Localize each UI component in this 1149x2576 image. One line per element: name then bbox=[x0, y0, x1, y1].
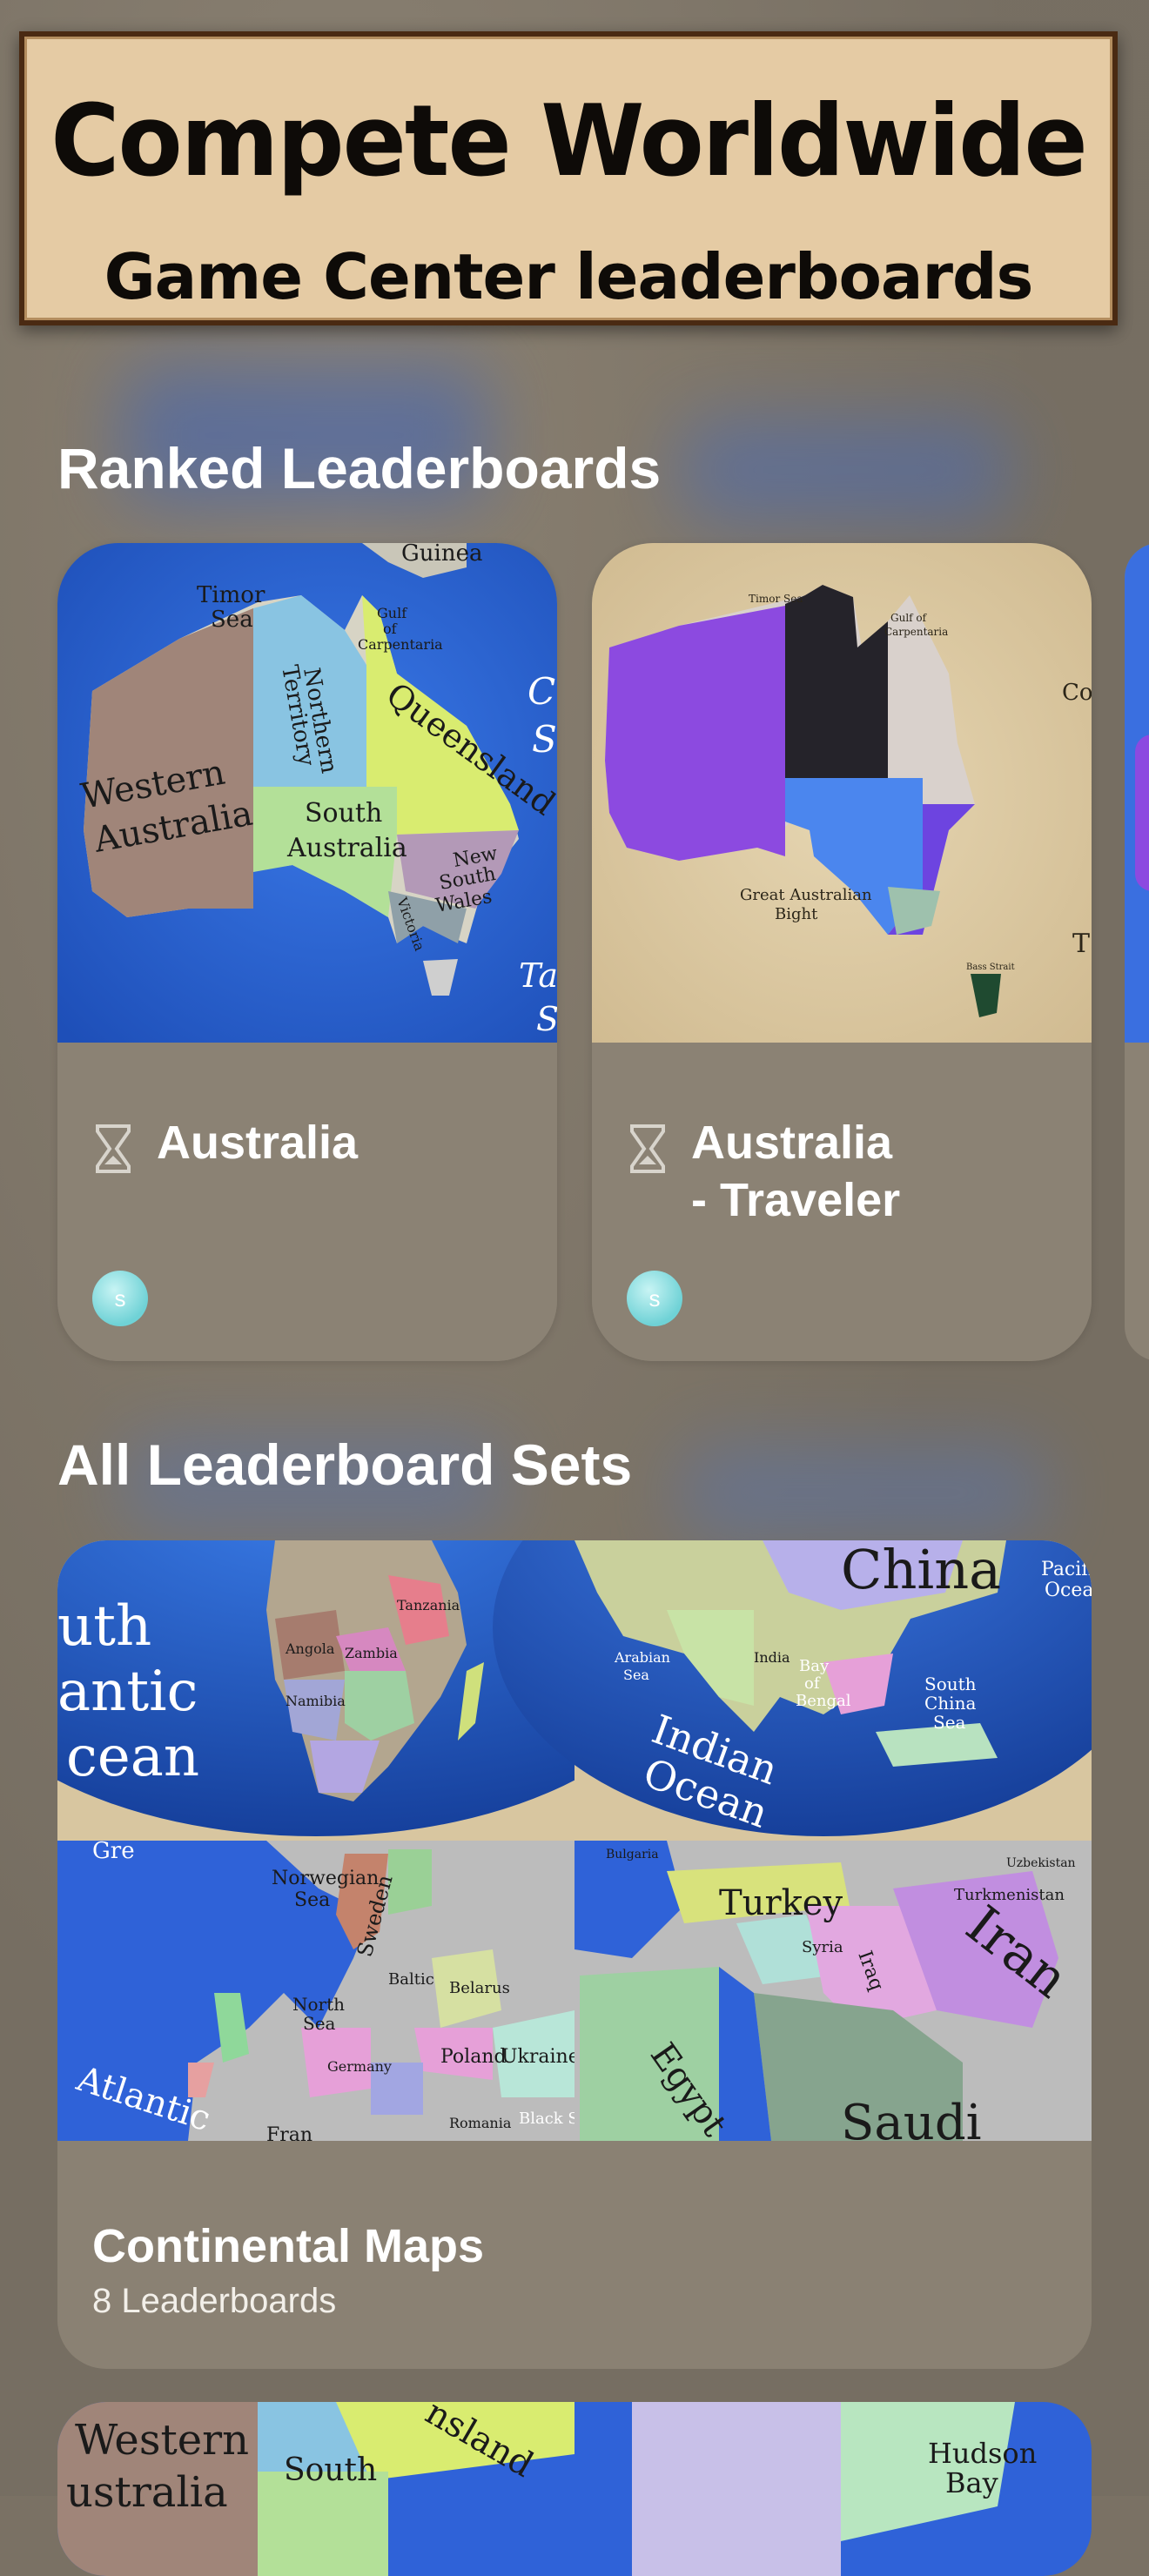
svg-text:T: T bbox=[1072, 929, 1090, 959]
svg-text:Gulf of: Gulf of bbox=[890, 612, 928, 624]
svg-text:South: South bbox=[284, 2452, 377, 2488]
svg-text:Turkmenistan: Turkmenistan bbox=[954, 1886, 1065, 1904]
svg-text:Bengal: Bengal bbox=[796, 1692, 851, 1710]
svg-text:Carpentaria: Carpentaria bbox=[358, 636, 443, 653]
svg-text:Co: Co bbox=[1062, 680, 1092, 706]
svg-text:Belarus: Belarus bbox=[449, 1979, 510, 1997]
banner-subtitle: Game Center leaderboards bbox=[104, 240, 1034, 313]
leaderboard-set-card-next[interactable]: Western ustralia South nsland Hudson Bay bbox=[57, 2402, 1092, 2576]
svg-text:of: of bbox=[383, 621, 398, 637]
svg-text:Poland: Poland bbox=[440, 2046, 507, 2068]
set-leaderboard-count: 8 Leaderboards bbox=[92, 2282, 337, 2320]
peek-map-region bbox=[1135, 735, 1149, 891]
svg-text:Hudson: Hudson bbox=[928, 2437, 1037, 2470]
svg-text:Gulf: Gulf bbox=[377, 605, 407, 621]
svg-text:India: India bbox=[754, 1649, 790, 1666]
svg-text:North: North bbox=[292, 1994, 345, 2015]
svg-text:South: South bbox=[305, 798, 382, 828]
svg-text:Saudi: Saudi bbox=[841, 2095, 982, 2141]
player-avatar[interactable]: s bbox=[92, 1271, 148, 1326]
hourglass-icon bbox=[96, 1124, 131, 1173]
all-leaderboard-sets-heading: All Leaderboard Sets bbox=[57, 1432, 633, 1497]
background-blob bbox=[679, 418, 1010, 522]
svg-text:Guinea: Guinea bbox=[401, 543, 482, 567]
svg-text:Ukraine: Ukraine bbox=[501, 2046, 580, 2068]
svg-text:Timor Sea: Timor Sea bbox=[749, 593, 803, 605]
australia-map-image: Guinea Timor Sea Gulf of Carpentaria Nor… bbox=[57, 543, 557, 1043]
ranked-leaderboards-heading: Ranked Leaderboards bbox=[57, 436, 662, 500]
leaderboard-set-card-continental-maps[interactable]: uth antic cean Angola Zambia Tanzania Na… bbox=[57, 1540, 1092, 2369]
svg-text:Sea: Sea bbox=[294, 1889, 330, 1911]
svg-text:Syria: Syria bbox=[802, 1938, 843, 1956]
next-set-collage: Western ustralia South nsland Hudson Bay bbox=[57, 2402, 1092, 2576]
svg-text:Arabian: Arabian bbox=[614, 1649, 670, 1666]
svg-text:Great Australian: Great Australian bbox=[740, 886, 872, 904]
svg-text:South: South bbox=[924, 1674, 977, 1694]
svg-text:Germany: Germany bbox=[327, 2058, 392, 2075]
svg-text:cean: cean bbox=[66, 1725, 199, 1789]
svg-text:Fran: Fran bbox=[266, 2124, 312, 2141]
leaderboard-card-next-peek[interactable] bbox=[1125, 543, 1149, 1361]
svg-text:Australia: Australia bbox=[286, 833, 407, 863]
svg-text:Sea: Sea bbox=[623, 1667, 649, 1683]
svg-text:of: of bbox=[804, 1674, 821, 1693]
svg-text:Pacifi: Pacifi bbox=[1041, 1559, 1092, 1580]
leaderboard-title: Australia - Traveler bbox=[691, 1117, 901, 1226]
banner-title: Compete Worldwide bbox=[50, 84, 1087, 199]
svg-text:Namibia: Namibia bbox=[286, 1693, 346, 1709]
leaderboard-title: Australia bbox=[157, 1117, 359, 1169]
svg-text:Angola: Angola bbox=[285, 1640, 335, 1657]
svg-text:C: C bbox=[527, 670, 555, 713]
svg-text:S: S bbox=[532, 718, 557, 761]
svg-text:Sea: Sea bbox=[933, 1712, 966, 1733]
hourglass-icon bbox=[630, 1124, 665, 1173]
svg-text:Carpentaria: Carpentaria bbox=[884, 626, 948, 638]
svg-text:Sea: Sea bbox=[303, 2013, 336, 2034]
australia-traveler-map-image: Timor Sea Gulf of Carpentaria Great Aust… bbox=[592, 543, 1092, 1043]
svg-text:ustralia: ustralia bbox=[66, 2468, 228, 2517]
svg-text:Timor: Timor bbox=[197, 582, 265, 608]
svg-text:Uzbekistan: Uzbekistan bbox=[1006, 1856, 1076, 1870]
leaderboard-card-australia-traveler[interactable]: Timor Sea Gulf of Carpentaria Great Aust… bbox=[592, 543, 1092, 1361]
promo-banner: Compete Worldwide Game Center leaderboar… bbox=[19, 31, 1118, 325]
svg-text:China: China bbox=[924, 1693, 976, 1714]
svg-text:Bulgaria: Bulgaria bbox=[606, 1848, 659, 1862]
player-avatar[interactable]: s bbox=[627, 1271, 682, 1326]
svg-text:Gre: Gre bbox=[92, 1838, 135, 1864]
svg-text:Bay: Bay bbox=[799, 1657, 830, 1675]
svg-text:Zambia: Zambia bbox=[345, 1645, 398, 1661]
svg-text:uth: uth bbox=[57, 1594, 151, 1659]
leaderboard-card-australia[interactable]: Guinea Timor Sea Gulf of Carpentaria Nor… bbox=[57, 543, 557, 1361]
set-title: Continental Maps bbox=[92, 2220, 485, 2272]
svg-text:Norwegian: Norwegian bbox=[272, 1868, 379, 1889]
svg-text:Sea: Sea bbox=[211, 607, 253, 633]
svg-text:Bay: Bay bbox=[945, 2466, 998, 2499]
continental-maps-collage: uth antic cean Angola Zambia Tanzania Na… bbox=[57, 1540, 1092, 2141]
background-blob bbox=[679, 1445, 1045, 1540]
svg-text:Baltic: Baltic bbox=[388, 1970, 434, 1989]
svg-text:Tanzania: Tanzania bbox=[397, 1597, 460, 1613]
svg-text:Western: Western bbox=[75, 2416, 249, 2465]
svg-text:Ocea: Ocea bbox=[1045, 1580, 1092, 1601]
svg-text:Romania: Romania bbox=[449, 2115, 512, 2131]
svg-text:Ta: Ta bbox=[519, 956, 557, 995]
svg-text:S: S bbox=[536, 1000, 557, 1038]
svg-text:antic: antic bbox=[57, 1660, 198, 1724]
svg-text:Turkey: Turkey bbox=[719, 1883, 843, 1923]
svg-text:Bass Strait: Bass Strait bbox=[966, 963, 1015, 972]
svg-text:China: China bbox=[841, 1540, 1001, 1601]
svg-text:Bight: Bight bbox=[775, 905, 818, 923]
